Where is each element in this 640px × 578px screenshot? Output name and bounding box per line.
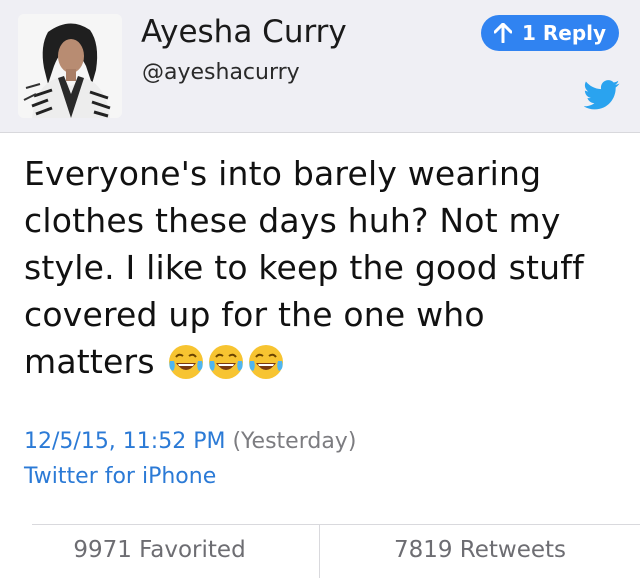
relative-time: (Yesterday)	[232, 429, 357, 454]
face-with-tears-of-joy-emoji	[207, 343, 245, 381]
tweet-text: Everyone's into barely wearing clothes t…	[24, 150, 624, 385]
up-arrow-icon	[493, 22, 513, 44]
favorited-count[interactable]: 9971 Favorited	[0, 537, 319, 563]
twitter-bird-icon	[583, 80, 620, 110]
tweet-source-link[interactable]: Twitter for iPhone	[24, 459, 216, 494]
reply-count-label: 1 Reply	[521, 21, 607, 45]
tweet-timestamp: 12/5/15, 11:52 PM (Yesterday)	[24, 424, 356, 459]
avatar-photo	[18, 14, 122, 118]
face-with-tears-of-joy-emoji	[167, 343, 205, 381]
reply-button[interactable]: 1 Reply	[481, 15, 619, 51]
tweet-header: Ayesha Curry @ayeshacurry 1 Reply	[0, 0, 640, 133]
author-name[interactable]: Ayesha Curry	[141, 14, 347, 50]
tweet-body: Everyone's into barely wearing clothes t…	[24, 154, 584, 381]
stats-divider	[32, 524, 640, 525]
author-handle[interactable]: @ayeshacurry	[142, 60, 300, 85]
face-with-tears-of-joy-emoji	[247, 343, 285, 381]
retweets-count[interactable]: 7819 Retweets	[320, 537, 640, 563]
tweet-date-link[interactable]: 12/5/15, 11:52 PM	[24, 429, 225, 454]
avatar[interactable]	[18, 14, 122, 118]
